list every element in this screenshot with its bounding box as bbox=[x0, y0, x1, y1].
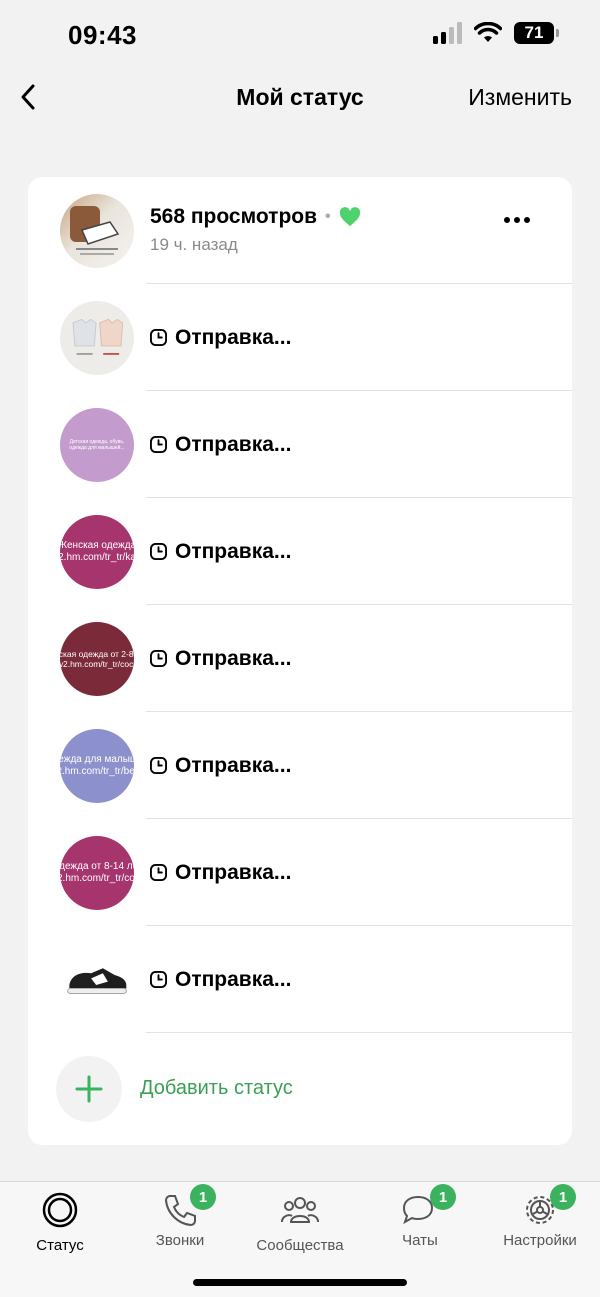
status-bar: 09:43 71 bbox=[0, 0, 600, 70]
sneaker-photo-icon bbox=[70, 206, 120, 255]
tab-label: Звонки bbox=[155, 1232, 205, 1249]
status-item-sending[interactable]: Одежда от 8-14 лет www2.hm.com/tr_tr/coc… bbox=[28, 819, 572, 926]
thumbnail-text: Одежда от 8-14 лет www2.hm.com/tr_tr/coc… bbox=[60, 861, 134, 884]
heart-icon bbox=[339, 207, 360, 227]
home-indicator bbox=[193, 1279, 407, 1286]
tab-settings[interactable]: 1 Настройки bbox=[480, 1184, 600, 1249]
phone-icon: 1 bbox=[160, 1184, 216, 1230]
thumbnail-text: Одежда для малышей www2.hm.com/tr_tr/beb… bbox=[60, 754, 134, 777]
clock-icon bbox=[150, 650, 167, 667]
status-item-sending[interactable]: Детская одежда, обувь, одежда для малыше… bbox=[28, 391, 572, 498]
status-icons: 71 bbox=[433, 22, 559, 44]
thumbnail-text: Детская одежда, обувь, одежда для малыше… bbox=[69, 439, 125, 451]
status-thumbnail: Одежда от 8-14 лет www2.hm.com/tr_tr/coc… bbox=[60, 836, 134, 910]
status-thumbnail: Одежда для малышей www2.hm.com/tr_tr/beb… bbox=[60, 729, 134, 803]
status-thumbnail bbox=[60, 301, 134, 375]
tab-label: Настройки bbox=[503, 1232, 577, 1249]
status-item-viewed[interactable]: 568 просмотров • 19 ч. назад bbox=[28, 177, 572, 284]
status-item-sending[interactable]: Отправка... bbox=[28, 284, 572, 391]
navigation-bar: Мой статус Изменить bbox=[0, 70, 600, 126]
clock-icon bbox=[150, 757, 167, 774]
add-status-label[interactable]: Добавить статус bbox=[140, 1077, 293, 1100]
status-item-sending[interactable]: Женская одежда www2.hm.com/tr_tr/kadin..… bbox=[28, 498, 572, 605]
sending-indicator: Отправка... bbox=[150, 284, 291, 391]
clock-icon bbox=[150, 971, 167, 988]
sending-label: Отправка... bbox=[175, 967, 292, 991]
communities-icon bbox=[281, 1197, 319, 1223]
clock-icon bbox=[150, 436, 167, 453]
gear-icon: 1 bbox=[520, 1184, 576, 1230]
sending-indicator: Отправка... bbox=[150, 712, 291, 819]
signal-icon bbox=[433, 22, 462, 44]
thumbnail-text: Детская одежда от 2-8 лет www2.hm.com/tr… bbox=[60, 648, 134, 669]
sneaker-photo-icon bbox=[67, 968, 127, 994]
status-list-card: 568 просмотров • 19 ч. назад Отправка... bbox=[28, 177, 572, 1145]
unread-badge: 1 bbox=[550, 1184, 576, 1210]
status-item-sending[interactable]: Одежда для малышей www2.hm.com/tr_tr/beb… bbox=[28, 712, 572, 819]
separator-dot: • bbox=[325, 208, 331, 225]
status-thumbnail bbox=[60, 194, 134, 268]
sending-indicator: Отправка... bbox=[150, 391, 291, 498]
tab-label: Чаты bbox=[402, 1232, 438, 1249]
sending-label: Отправка... bbox=[175, 539, 292, 563]
thumbnail-text: Женская одежда www2.hm.com/tr_tr/kadin..… bbox=[60, 540, 134, 563]
sending-label: Отправка... bbox=[175, 860, 292, 884]
clock-icon bbox=[150, 543, 167, 560]
chat-bubbles-icon: 1 bbox=[400, 1184, 456, 1230]
status-thumbnail: Женская одежда www2.hm.com/tr_tr/kadin..… bbox=[60, 515, 134, 589]
plus-icon bbox=[75, 1075, 103, 1103]
clock-icon bbox=[150, 329, 167, 346]
status-item-sending[interactable]: Отправка... bbox=[28, 926, 572, 1033]
wifi-icon bbox=[474, 22, 502, 42]
add-status-button[interactable] bbox=[56, 1056, 122, 1122]
status-thumbnail: Детская одежда, обувь, одежда для малыше… bbox=[60, 408, 134, 482]
status-thumbnail: Детская одежда от 2-8 лет www2.hm.com/tr… bbox=[60, 622, 134, 696]
tab-label: Сообщества bbox=[256, 1237, 344, 1254]
status-time-ago: 19 ч. назад bbox=[150, 235, 238, 254]
sending-label: Отправка... bbox=[175, 325, 292, 349]
clothes-photo-icon bbox=[72, 318, 124, 355]
status-thumbnail bbox=[60, 943, 134, 1017]
tab-label: Статус bbox=[36, 1237, 84, 1254]
status-views: 568 просмотров • bbox=[150, 205, 361, 229]
more-options-icon[interactable] bbox=[504, 217, 530, 223]
clock-icon bbox=[150, 864, 167, 881]
status-item-sending[interactable]: Детская одежда от 2-8 лет www2.hm.com/tr… bbox=[28, 605, 572, 712]
views-count: 568 просмотров bbox=[150, 205, 318, 228]
sending-label: Отправка... bbox=[175, 646, 292, 670]
sending-indicator: Отправка... bbox=[150, 926, 291, 1033]
edit-button[interactable]: Изменить bbox=[468, 84, 572, 111]
sending-indicator: Отправка... bbox=[150, 498, 291, 605]
unread-badge: 1 bbox=[430, 1184, 456, 1210]
tab-chats[interactable]: 1 Чаты bbox=[360, 1184, 480, 1249]
sending-label: Отправка... bbox=[175, 753, 292, 777]
tab-status[interactable]: Статус bbox=[0, 1190, 120, 1254]
clock-time: 09:43 bbox=[68, 20, 137, 50]
unread-badge: 1 bbox=[190, 1184, 216, 1210]
tab-communities[interactable]: Сообщества bbox=[240, 1190, 360, 1254]
battery-icon: 71 bbox=[514, 22, 559, 44]
tab-calls[interactable]: 1 Звонки bbox=[120, 1184, 240, 1249]
add-status-row[interactable]: Добавить статус bbox=[28, 1032, 572, 1145]
status-ring-icon bbox=[42, 1192, 78, 1228]
sending-label: Отправка... bbox=[175, 432, 292, 456]
sending-indicator: Отправка... bbox=[150, 605, 291, 712]
sending-indicator: Отправка... bbox=[150, 819, 291, 926]
